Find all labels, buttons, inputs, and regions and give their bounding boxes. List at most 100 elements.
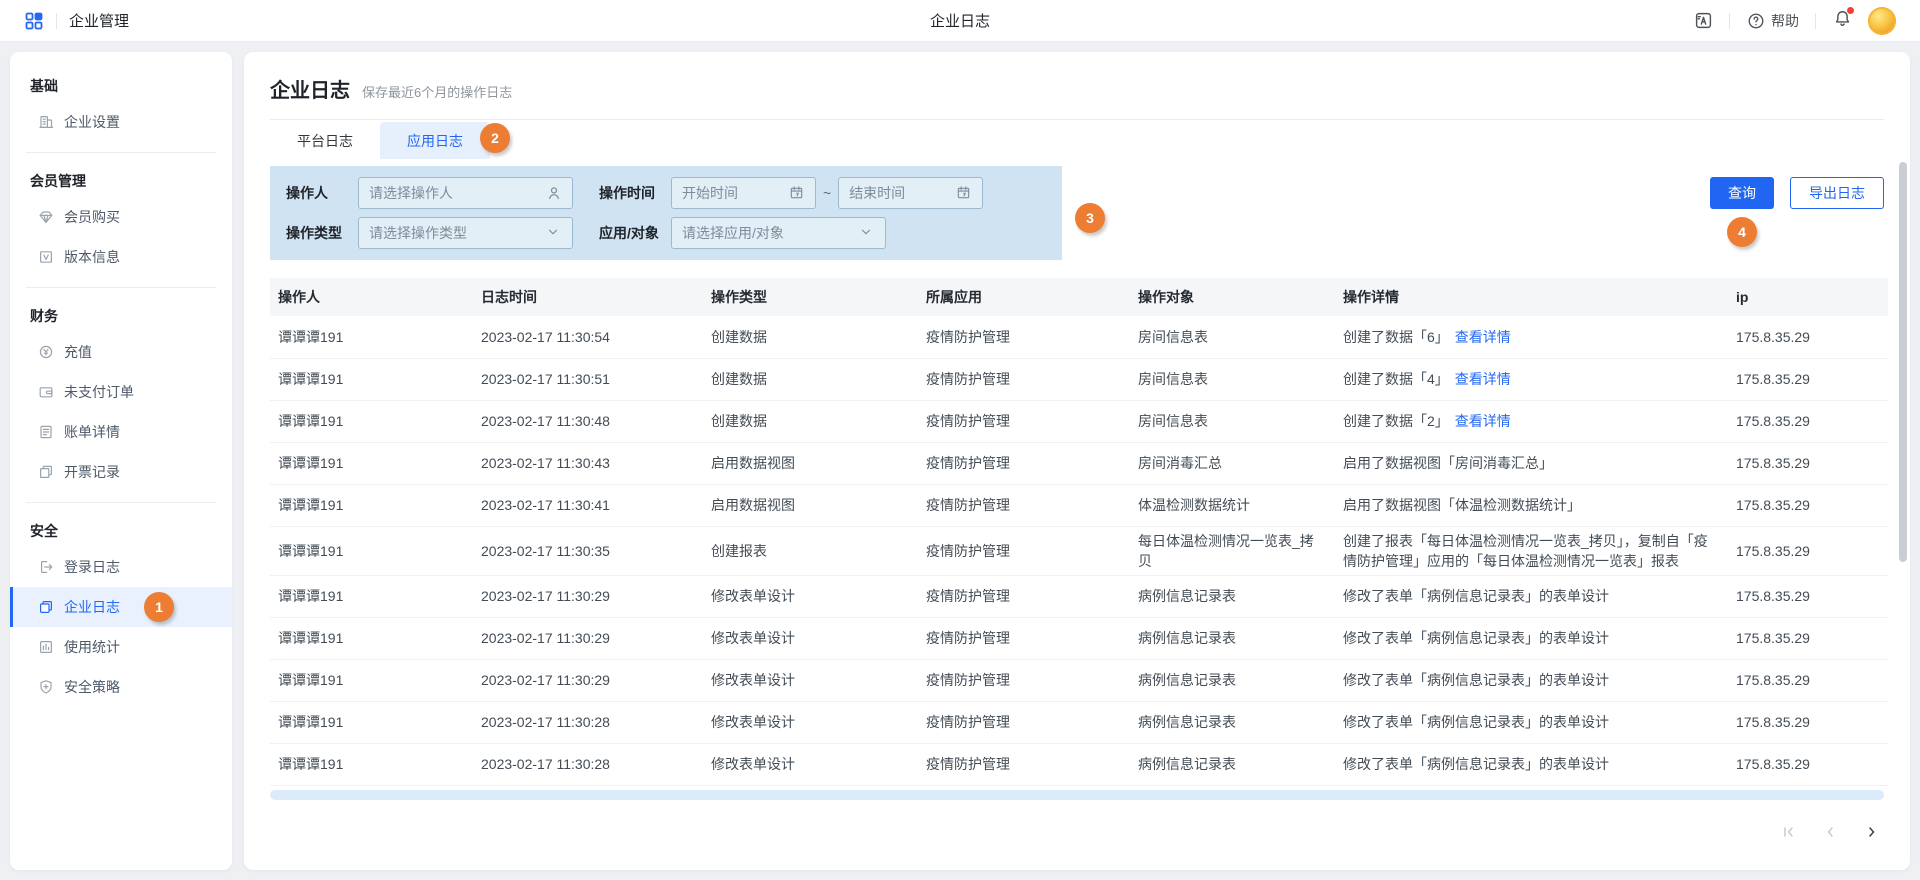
cell-type: 修改表单设计 (703, 702, 918, 744)
table-row: 谭谭谭1912023-02-17 11:30:41启用数据视图疫情防护管理体温检… (270, 484, 1888, 526)
cell-operator: 谭谭谭191 (270, 484, 473, 526)
sidebar-item-label: 开票记录 (64, 462, 120, 482)
type-select[interactable]: 请选择操作类型 (358, 217, 573, 249)
next-page-icon[interactable] (1864, 824, 1880, 840)
sidebar-item-label: 版本信息 (64, 247, 120, 267)
detail-text: 修改了表单「病例信息记录表」的表单设计 (1343, 756, 1609, 772)
apps-grid-icon[interactable] (24, 11, 44, 31)
tab-app-logs[interactable]: 应用日志 (380, 122, 490, 159)
sidebar-item-member-purchase[interactable]: 会员购买 (26, 197, 216, 237)
table-row: 谭谭谭1912023-02-17 11:30:43启用数据视图疫情防护管理房间消… (270, 442, 1888, 484)
sidebar-item-security-policy[interactable]: 安全策略 (26, 667, 216, 707)
cell-app: 疫情防护管理 (918, 618, 1130, 660)
view-details-link[interactable]: 查看详情 (1455, 413, 1511, 429)
cell-detail: 创建了数据「4」查看详情 (1335, 358, 1728, 400)
step-badge-1: 1 (144, 592, 174, 622)
table-row: 谭谭谭1912023-02-17 11:30:28修改表单设计疫情防护管理病例信… (270, 744, 1888, 786)
sidebar-item-label: 企业设置 (64, 112, 120, 132)
detail-text: 修改了表单「病例信息记录表」的表单设计 (1343, 630, 1609, 646)
tab-platform-logs[interactable]: 平台日志 (270, 122, 380, 159)
sidebar-section-title-security: 安全 (26, 513, 216, 547)
page-subtitle: 保存最近6个月的操作日志 (362, 82, 512, 101)
sidebar-item-unpaid-orders[interactable]: 未支付订单 (26, 372, 216, 412)
cell-operator: 谭谭谭191 (270, 702, 473, 744)
cell-time: 2023-02-17 11:30:43 (473, 442, 703, 484)
app-select[interactable]: 请选择应用/对象 (671, 217, 886, 249)
login-icon (38, 559, 54, 575)
cell-ip: 175.8.35.29 (1728, 484, 1888, 526)
table-row: 谭谭谭1912023-02-17 11:30:29修改表单设计疫情防护管理病例信… (270, 576, 1888, 618)
detail-text: 创建了数据「4」 (1343, 371, 1449, 387)
view-details-link[interactable]: 查看详情 (1455, 371, 1511, 387)
log-icon (38, 599, 54, 615)
coin-icon (38, 344, 54, 360)
cell-target: 房间消毒汇总 (1130, 442, 1335, 484)
cell-target: 病例信息记录表 (1130, 618, 1335, 660)
cell-app: 疫情防护管理 (918, 526, 1130, 576)
filter-panel: 操作人 请选择操作人 操作时间 开始时间 (270, 166, 1062, 260)
cell-ip: 175.8.35.29 (1728, 442, 1888, 484)
cell-operator: 谭谭谭191 (270, 526, 473, 576)
cell-time: 2023-02-17 11:30:51 (473, 358, 703, 400)
chevron-down-icon (546, 225, 562, 241)
cell-time: 2023-02-17 11:30:28 (473, 744, 703, 786)
cell-operator: 谭谭谭191 (270, 442, 473, 484)
topbar-page-title: 企业日志 (930, 10, 990, 31)
chart-icon (38, 639, 54, 655)
cell-target: 房间信息表 (1130, 316, 1335, 358)
view-details-link[interactable]: 查看详情 (1455, 329, 1511, 345)
translate-icon[interactable] (1693, 11, 1713, 31)
sidebar-item-login-logs[interactable]: 登录日志 (26, 547, 216, 587)
sidebar-item-recharge[interactable]: 充值 (26, 332, 216, 372)
avatar[interactable] (1868, 7, 1896, 35)
cell-detail: 创建了数据「6」查看详情 (1335, 316, 1728, 358)
operator-label: 操作人 (286, 183, 358, 203)
horizontal-scrollbar[interactable] (270, 790, 1884, 800)
sidebar-item-enterprise-settings[interactable]: 企业设置 (26, 102, 216, 142)
cell-target: 房间信息表 (1130, 358, 1335, 400)
cell-ip: 175.8.35.29 (1728, 702, 1888, 744)
cell-app: 疫情防护管理 (918, 316, 1130, 358)
column-header: 操作详情 (1335, 278, 1728, 316)
sidebar-item-enterprise-logs[interactable]: 企业日志 1 (10, 587, 232, 627)
cell-detail: 修改了表单「病例信息记录表」的表单设计 (1335, 576, 1728, 618)
sidebar-item-version-info[interactable]: 版本信息 (26, 237, 216, 277)
sidebar-item-label: 充值 (64, 342, 92, 362)
vertical-scrollbar[interactable] (1899, 162, 1907, 562)
first-page-icon[interactable] (1780, 824, 1796, 840)
cell-type: 创建报表 (703, 526, 918, 576)
cell-ip: 175.8.35.29 (1728, 316, 1888, 358)
notification-button[interactable] (1832, 8, 1852, 33)
start-time-picker[interactable]: 开始时间 (671, 177, 816, 209)
operator-select[interactable]: 请选择操作人 (358, 177, 573, 209)
brand-title: 企业管理 (69, 10, 129, 31)
previous-page-icon[interactable] (1822, 824, 1838, 840)
cell-target: 每日体温检测情况一览表_拷贝 (1130, 526, 1335, 576)
sidebar-item-bill-details[interactable]: 账单详情 (26, 412, 216, 452)
column-header: ip (1728, 278, 1888, 316)
help-button[interactable]: 帮助 (1746, 11, 1799, 31)
sidebar-item-label: 企业日志 (64, 597, 120, 617)
end-time-picker[interactable]: 结束时间 (838, 177, 983, 209)
detail-text: 修改了表单「病例信息记录表」的表单设计 (1343, 714, 1609, 730)
cell-target: 房间信息表 (1130, 400, 1335, 442)
sidebar-item-usage-stats[interactable]: 使用统计 (26, 627, 216, 667)
sidebar-item-label: 会员购买 (64, 207, 120, 227)
cell-app: 疫情防护管理 (918, 576, 1130, 618)
detail-text: 创建了报表「每日体温检测情况一览表_拷贝」，复制自「疫情防护管理」应用的「每日体… (1343, 533, 1708, 569)
sidebar-item-invoice-records[interactable]: 开票记录 (26, 452, 216, 492)
shield-icon (38, 679, 54, 695)
detail-text: 修改了表单「病例信息记录表」的表单设计 (1343, 588, 1609, 604)
sidebar-divider (26, 152, 216, 153)
column-header: 操作类型 (703, 278, 918, 316)
cell-ip: 175.8.35.29 (1728, 358, 1888, 400)
cell-time: 2023-02-17 11:30:29 (473, 660, 703, 702)
cell-type: 创建数据 (703, 400, 918, 442)
cell-app: 疫情防护管理 (918, 400, 1130, 442)
cell-target: 病例信息记录表 (1130, 576, 1335, 618)
sidebar-section-title-finance: 财务 (26, 298, 216, 332)
query-button[interactable]: 查询 (1710, 177, 1774, 209)
export-logs-button[interactable]: 导出日志 (1790, 177, 1884, 209)
start-time-placeholder: 开始时间 (682, 183, 781, 203)
cell-type: 修改表单设计 (703, 660, 918, 702)
